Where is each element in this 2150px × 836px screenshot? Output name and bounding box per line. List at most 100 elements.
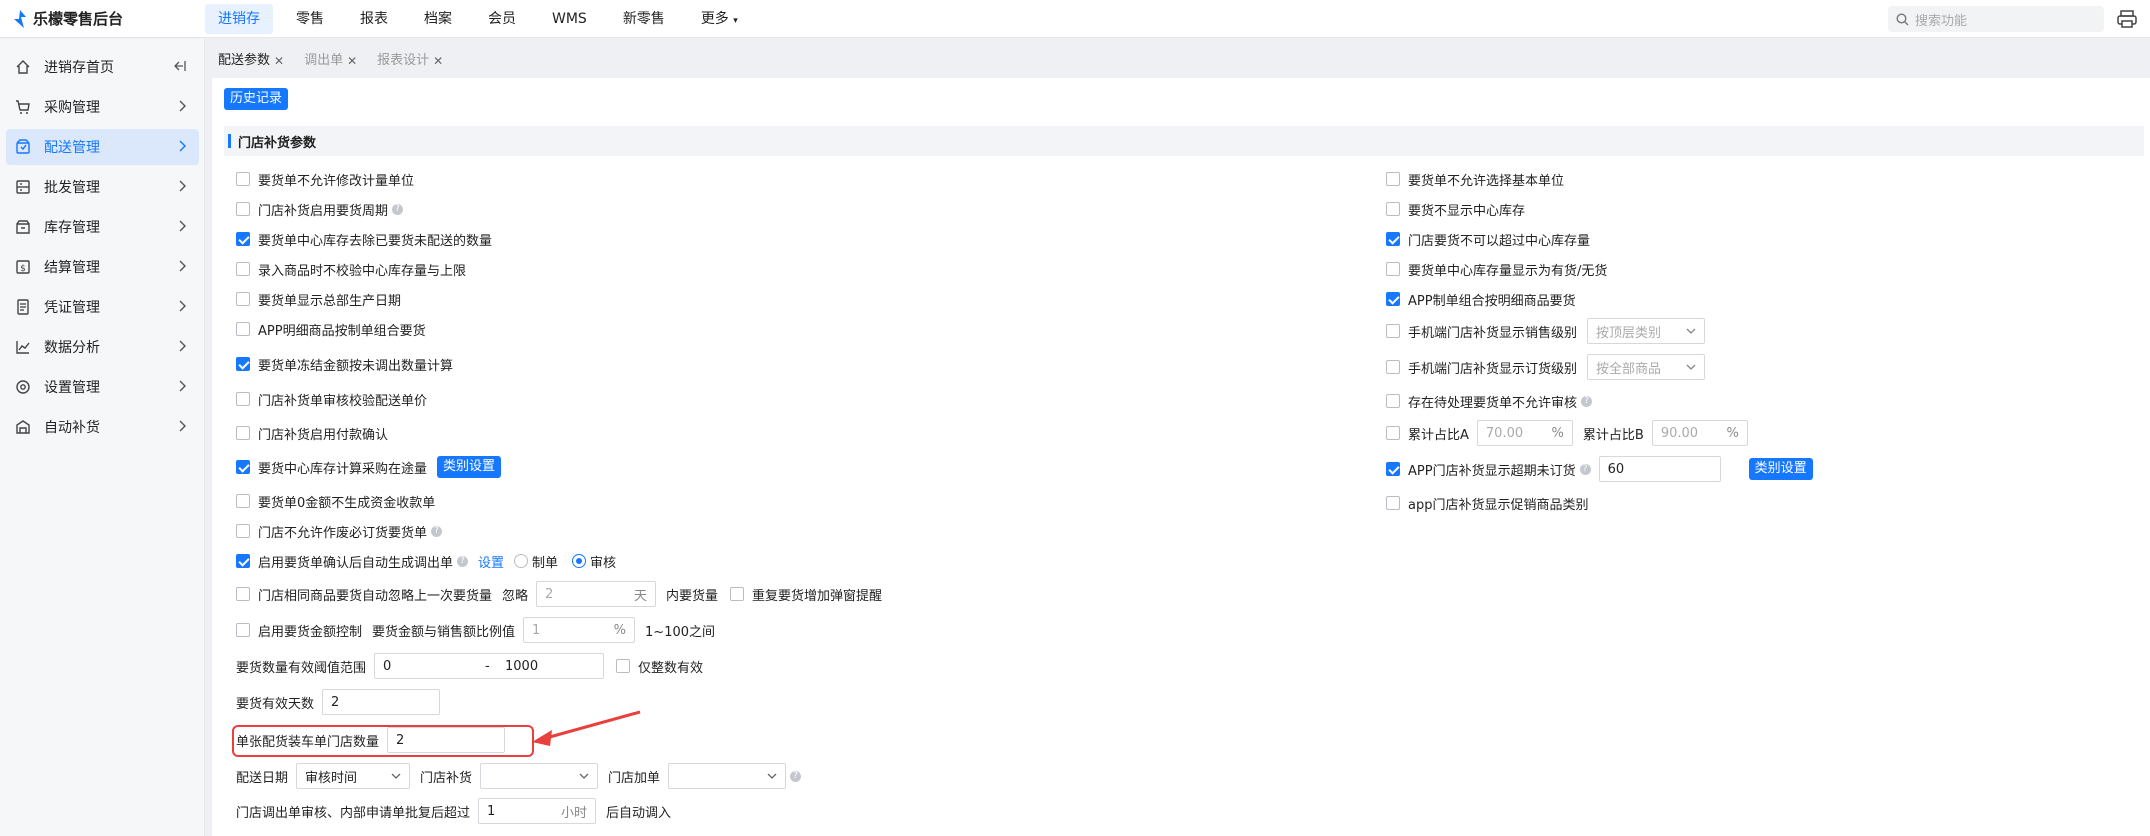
chevron-down-icon [579, 773, 589, 779]
delivery-date-select[interactable]: 审核时间 [296, 763, 411, 789]
sales-level-select[interactable]: 按顶层类别 [1587, 318, 1706, 344]
checkbox[interactable] [236, 554, 250, 568]
overdue-days-input[interactable]: 60 [1598, 456, 1721, 482]
checkbox[interactable] [236, 587, 250, 601]
help-icon[interactable]: ? [392, 203, 404, 215]
nav-item-members[interactable]: 会员 [475, 0, 529, 38]
ratio-b-input[interactable]: 90.00% [1651, 420, 1748, 446]
field-label: 累计占比B [1582, 427, 1644, 443]
sidebar-item-voucher[interactable]: 凭证管理 [6, 289, 199, 325]
settings-link[interactable]: 设置 [478, 552, 504, 571]
checkbox[interactable] [1386, 324, 1400, 338]
checkbox[interactable] [1386, 426, 1400, 440]
checkbox[interactable] [236, 232, 250, 246]
order-level-select[interactable]: 按全部商品 [1587, 354, 1706, 380]
option-row: 手机端门店补货显示销售级别 按顶层类别 [1386, 318, 1706, 344]
store-replenish-select[interactable] [480, 763, 599, 789]
input-unit: % [1726, 425, 1739, 441]
close-icon[interactable]: ✕ [433, 48, 443, 74]
checkbox[interactable] [236, 357, 250, 371]
help-icon[interactable]: ? [431, 525, 443, 537]
nav-item-reports[interactable]: 报表 [347, 0, 401, 38]
option-row: 要货有效天数 2 [236, 689, 441, 715]
nav-item-new-retail[interactable]: 新零售 [610, 0, 678, 38]
close-icon[interactable]: ✕ [347, 48, 357, 74]
ratio-a-input[interactable]: 70.00% [1476, 420, 1573, 446]
sidebar-item-home[interactable]: 进销存首页 [6, 49, 199, 85]
close-icon[interactable]: ✕ [274, 48, 284, 74]
nav-item-wms[interactable]: WMS [539, 0, 600, 38]
checkbox[interactable] [236, 262, 250, 276]
tab-report-design[interactable]: 报表设计 ✕ [371, 48, 449, 74]
checkbox[interactable] [730, 587, 745, 601]
sidebar-item-wholesale[interactable]: 批发管理 [6, 169, 199, 205]
checkbox[interactable] [1386, 262, 1400, 276]
valid-days-input[interactable]: 2 [322, 689, 441, 715]
checkbox[interactable] [236, 322, 250, 336]
app-logo[interactable]: 乐檬零售后台 [12, 8, 123, 29]
checkbox[interactable] [1386, 394, 1400, 408]
sidebar-item-purchase[interactable]: 采购管理 [6, 89, 199, 125]
sidebar-item-settings[interactable]: 设置管理 [6, 369, 199, 405]
option-label: 门店相同商品要货自动忽略上一次要货量 [258, 588, 493, 604]
checkbox[interactable] [236, 460, 250, 474]
section-title: 门店补货参数 [238, 136, 317, 151]
sidebar-item-delivery[interactable]: 配送管理 [6, 129, 199, 165]
checkbox[interactable] [236, 202, 250, 216]
nav-item-inventory[interactable]: 进销存 [205, 4, 273, 34]
search-input[interactable]: 搜索功能 [1888, 6, 2104, 32]
radio-audit[interactable] [572, 554, 587, 568]
collapse-sidebar-icon[interactable] [173, 59, 187, 77]
tab-label: 配送参数 [218, 53, 271, 68]
store-add-order-select[interactable] [668, 763, 787, 789]
tab-delivery-params[interactable]: 配送参数 ✕ [212, 48, 290, 74]
checkbox[interactable] [1386, 232, 1400, 246]
ignore-label: 忽略 [502, 588, 529, 604]
checkbox[interactable] [1386, 462, 1400, 476]
category-settings-button[interactable]: 类别设置 [1748, 458, 1813, 480]
checkbox[interactable] [616, 659, 631, 673]
caret-down-icon: ▾ [733, 16, 738, 26]
printer-icon[interactable] [2116, 9, 2138, 29]
nav-item-archive[interactable]: 档案 [411, 0, 465, 38]
help-icon[interactable]: ? [1579, 463, 1591, 475]
checkbox[interactable] [1386, 292, 1400, 306]
tab-transfer-out[interactable]: 调出单 ✕ [298, 48, 363, 74]
checkbox[interactable] [1386, 202, 1400, 216]
checkbox[interactable] [236, 392, 250, 406]
option-label: APP明细商品按制单组合要货 [258, 323, 426, 339]
sidebar-item-settlement[interactable]: $ 结算管理 [6, 249, 199, 285]
nav-item-retail[interactable]: 零售 [283, 0, 337, 38]
option-row: 门店相同商品要货自动忽略上一次要货量 忽略 2天 内要货量 重复要货增加弹窗提醒 [236, 581, 882, 607]
nav-item-more[interactable]: 更多 ▾ [688, 0, 751, 38]
checkbox[interactable] [236, 494, 250, 508]
ignore-days-input[interactable]: 2天 [536, 581, 657, 607]
checkbox[interactable] [1386, 496, 1400, 510]
input-value: 2 [331, 694, 340, 710]
checkbox[interactable] [236, 172, 250, 186]
checkbox[interactable] [236, 426, 250, 440]
ratio-input[interactable]: 1% [523, 617, 636, 643]
option-row: 启用要货金额控制 要货金额与销售额比例值 1% 1~100之间 [236, 617, 715, 643]
checkbox[interactable] [1386, 360, 1400, 374]
radio-draft[interactable] [514, 554, 529, 568]
radio-label: 审核 [590, 555, 617, 571]
field-label: 配送日期 [236, 770, 289, 786]
sidebar-item-analytics[interactable]: 数据分析 [6, 329, 199, 365]
help-icon[interactable]: ? [457, 555, 469, 567]
checkbox[interactable] [236, 524, 250, 538]
help-icon[interactable]: ? [790, 770, 802, 782]
checkbox[interactable] [236, 623, 250, 637]
category-settings-button[interactable]: 类别设置 [437, 456, 502, 478]
option-row: APP制单组合按明细商品要货 [1386, 286, 1576, 312]
sidebar-item-inventory[interactable]: 库存管理 [6, 209, 199, 245]
option-label: 要货单中心库存量显示为有货/无货 [1408, 263, 1608, 279]
checkbox[interactable] [236, 292, 250, 306]
help-icon[interactable]: ? [1581, 395, 1593, 407]
sidebar-item-auto-replenish[interactable]: 自动补货 [6, 409, 199, 445]
auto-transfer-hours-input[interactable]: 1 小时 [478, 798, 597, 824]
checkbox[interactable] [1386, 172, 1400, 186]
history-button[interactable]: 历史记录 [224, 88, 289, 110]
option-label: 录入商品时不校验中心库存量与上限 [258, 263, 467, 279]
threshold-range-input[interactable]: 0 - 1000 [374, 653, 605, 679]
